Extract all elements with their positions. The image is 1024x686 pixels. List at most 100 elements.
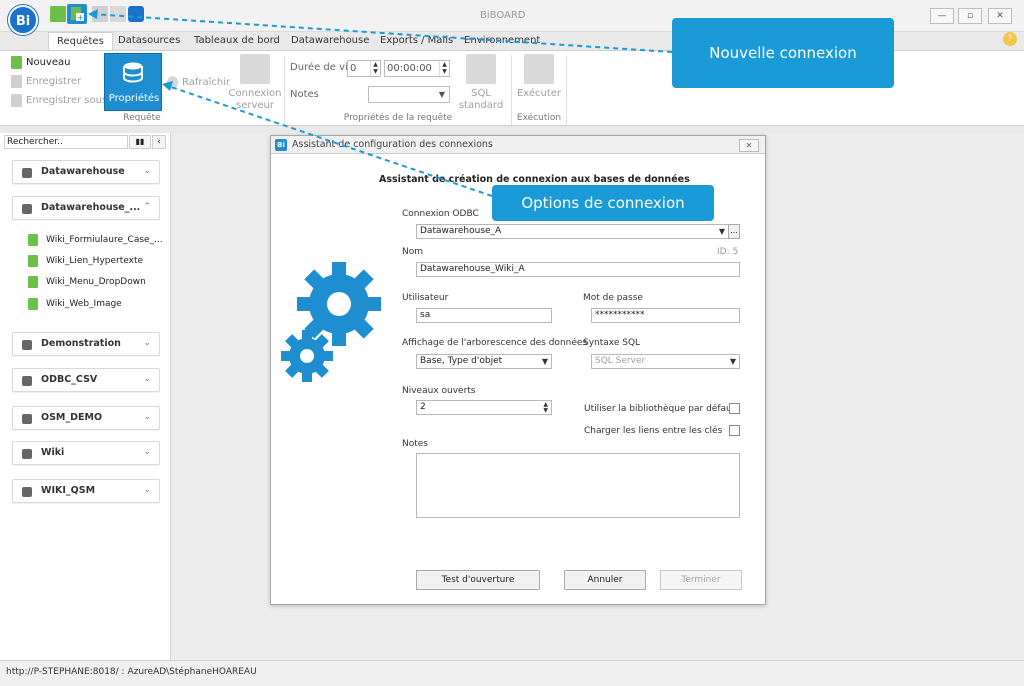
sql-standard-label: SQL standard [458, 88, 504, 111]
maximize-button[interactable]: ▫ [958, 8, 982, 24]
syntaxe-label: Syntaxe SQL [583, 338, 641, 348]
enregistrer-label: Enregistrer [26, 76, 82, 87]
database-icon [22, 449, 32, 459]
enregistrer-sous-button[interactable]: Enregistrer sous [9, 93, 107, 108]
app-logo-icon: Bi [275, 139, 287, 151]
minimize-button[interactable]: — [930, 8, 954, 24]
affichage-value: Base, Type d'objet [420, 356, 503, 366]
tab-datawarehouse[interactable]: Datawarehouse [283, 32, 377, 50]
search-input[interactable] [4, 135, 128, 149]
proprietes-label: Propriétés [108, 93, 160, 104]
document-item[interactable]: Wiki_Formiulaure_Case_... [28, 233, 163, 247]
tab-environnement[interactable]: Environnement [456, 32, 548, 50]
bibliotheque-label: Utiliser la bibliothèque par défaut [584, 404, 736, 414]
niveaux-spinner[interactable]: 2 ▲ ▼ [416, 400, 552, 415]
chevron-down-icon[interactable]: ⌄ [143, 412, 151, 422]
nom-label: Nom [402, 247, 424, 257]
affichage-select[interactable]: Base, Type d'objet ▼ [416, 354, 552, 369]
database-icon [22, 414, 32, 424]
tab-requetes[interactable]: Requêtes [48, 32, 113, 50]
datasource-label: WIKI_QSM [41, 485, 96, 496]
proprietes-button[interactable]: Propriétés [104, 53, 162, 111]
odbc-browse-button[interactable]: ... [728, 224, 740, 239]
spinner-arrows-icon[interactable]: ▲ ▼ [439, 61, 449, 76]
utilisateur-input[interactable]: sa [416, 308, 552, 323]
chevron-down-icon[interactable]: ⌄ [143, 166, 151, 176]
datasource-item[interactable]: OSM_DEMO ⌄ [12, 406, 160, 430]
annuler-button[interactable]: Annuler [564, 570, 646, 590]
svg-text:+: + [77, 13, 84, 22]
rafraichir-button[interactable]: Rafraîchir [165, 75, 230, 90]
save-icon[interactable] [92, 6, 108, 22]
duree-time-spinner[interactable]: 00:00:00 ▲ ▼ [384, 60, 450, 77]
chevron-down-icon[interactable]: ⌄ [143, 447, 151, 457]
mot-de-passe-label: Mot de passe [583, 293, 643, 303]
mot-de-passe-input[interactable]: *********** [591, 308, 740, 323]
terminer-button[interactable]: Terminer [660, 570, 742, 590]
odbc-select[interactable]: Datawarehouse_A ▼ [416, 224, 729, 239]
new-connection-icon[interactable]: + [67, 4, 87, 24]
database-icon [22, 340, 32, 350]
new-document-icon[interactable] [50, 6, 66, 22]
liens-checkbox[interactable] [729, 425, 740, 436]
print-icon[interactable] [110, 6, 126, 22]
notes-label: Notes [402, 439, 428, 449]
document-item[interactable]: Wiki_Web_Image [28, 297, 122, 311]
callout-nouvelle-connexion: Nouvelle connexion [672, 18, 894, 88]
database-icon [22, 204, 32, 214]
datasource-item[interactable]: Demonstration ⌄ [12, 332, 160, 356]
nom-value: Datawarehouse_Wiki_A [420, 264, 525, 274]
help-icon[interactable]: ? [1003, 32, 1017, 46]
duree-de-vie-label: Durée de vie [290, 62, 354, 73]
nouveau-button[interactable]: Nouveau [9, 55, 70, 70]
odbc-value: Datawarehouse_A [420, 226, 502, 236]
datasource-item[interactable]: Datawarehouse_... ⌃ [12, 196, 160, 220]
datasource-label: Wiki [41, 447, 65, 458]
chevron-up-icon[interactable]: ⌃ [143, 202, 151, 212]
document-item[interactable]: Wiki_Lien_Hypertexte [28, 254, 143, 268]
close-icon[interactable]: ✕ [739, 139, 759, 152]
tab-exports-mails[interactable]: Exports / Mails [372, 32, 461, 50]
tab-datasources[interactable]: Datasources [110, 32, 188, 50]
save-icon [11, 75, 22, 88]
datasource-item[interactable]: Datawarehouse ⌄ [12, 160, 160, 184]
rafraichir-label: Rafraîchir [182, 77, 231, 88]
document-icon [28, 255, 38, 267]
collapse-sidebar-button[interactable]: ‹ [152, 135, 166, 149]
nom-input[interactable]: Datawarehouse_Wiki_A [416, 262, 740, 277]
spinner-arrows-icon[interactable]: ▲ ▼ [370, 61, 380, 76]
notes-textarea[interactable] [416, 453, 740, 518]
sidebar: ▮▮ ‹ Datawarehouse ⌄ Datawarehouse_... ⌃… [0, 133, 171, 660]
document-icon [28, 276, 38, 288]
group-label-proprietes: Propriétés de la requête [343, 113, 453, 123]
database-icon[interactable] [128, 6, 144, 22]
syntaxe-select[interactable]: SQL Server ▼ [591, 354, 740, 369]
duree-time-value: 00:00:00 [387, 63, 432, 74]
chevron-down-icon[interactable]: ⌄ [143, 338, 151, 348]
status-bar: http://P-STEPHANE:8018/ : AzureAD\Stépha… [0, 660, 1024, 686]
dialog-title-bar: Bi Assistant de configuration des connex… [271, 136, 765, 154]
niveaux-label: Niveaux ouverts [402, 386, 476, 396]
utilisateur-value: sa [420, 310, 431, 320]
tab-tableaux-de-bord[interactable]: Tableaux de bord [186, 32, 288, 50]
database-icon [22, 168, 32, 178]
enregistrer-button[interactable]: Enregistrer [9, 74, 81, 89]
sql-standard-button[interactable]: SQL standard [456, 54, 506, 112]
test-ouverture-button[interactable]: Test d'ouverture [416, 570, 540, 590]
connexion-serveur-button[interactable]: Connexion serveur [228, 54, 282, 112]
close-window-button[interactable]: ✕ [988, 8, 1012, 24]
chevron-down-icon[interactable]: ⌄ [143, 485, 151, 495]
datasource-item[interactable]: WIKI_QSM ⌄ [12, 479, 160, 503]
duree-de-vie-spinner[interactable]: 0 ▲ ▼ [347, 60, 381, 77]
datasource-item[interactable]: ODBC_CSV ⌄ [12, 368, 160, 392]
document-item[interactable]: Wiki_Menu_DropDown [28, 275, 146, 289]
notes-dropdown[interactable]: ▼ [368, 86, 450, 103]
executer-button[interactable]: Exécuter [515, 54, 563, 100]
chevron-down-icon[interactable]: ⌄ [143, 374, 151, 384]
binoculars-icon[interactable]: ▮▮ [129, 135, 151, 149]
spinner-arrows-icon[interactable]: ▲ ▼ [543, 402, 548, 414]
notes-ribbon-label: Notes [290, 89, 319, 100]
dialog-title: Assistant de configuration des connexion… [292, 139, 493, 150]
datasource-item[interactable]: Wiki ⌄ [12, 441, 160, 465]
bibliotheque-checkbox[interactable] [729, 403, 740, 414]
